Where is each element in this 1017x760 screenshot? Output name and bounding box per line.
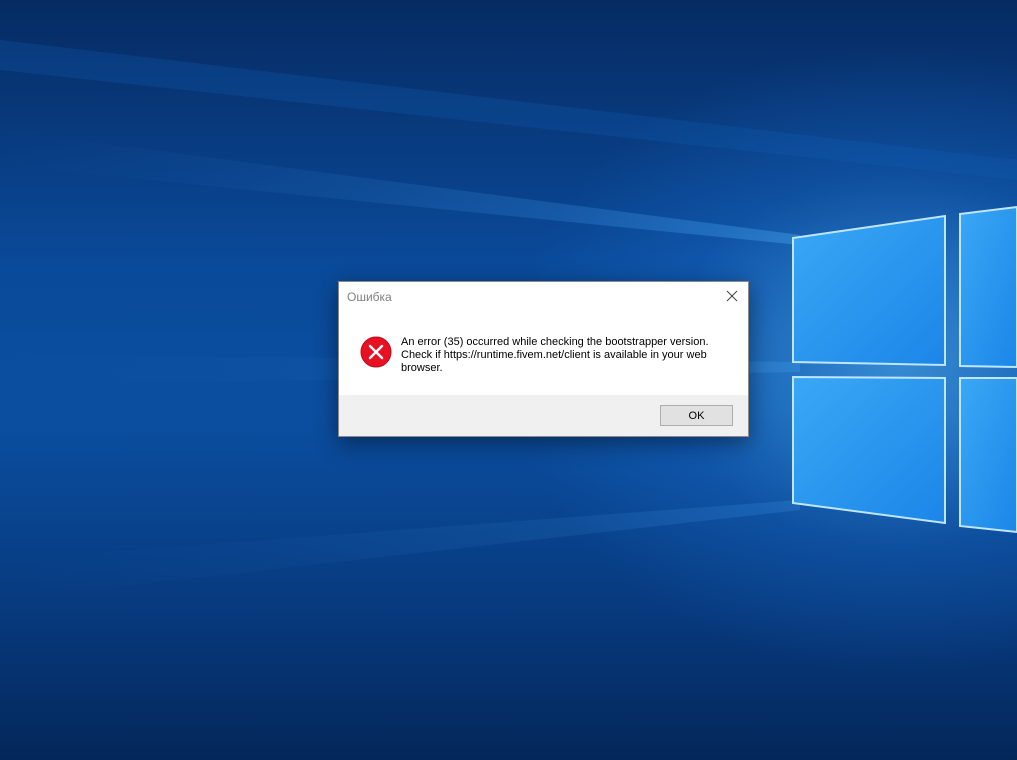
close-icon (726, 290, 738, 302)
close-button[interactable] (717, 282, 747, 310)
error-message: An error (35) occurred while checking th… (401, 336, 709, 374)
dialog-title: Ошибка (347, 290, 392, 304)
error-icon (360, 336, 392, 368)
error-dialog: Ошибка An error (35) occurred while chec… (338, 281, 749, 437)
ok-button[interactable]: OK (660, 405, 733, 426)
dialog-footer: OK (339, 395, 748, 436)
dialog-titlebar[interactable]: Ошибка (339, 282, 748, 312)
dialog-content: An error (35) occurred while checking th… (339, 312, 748, 396)
